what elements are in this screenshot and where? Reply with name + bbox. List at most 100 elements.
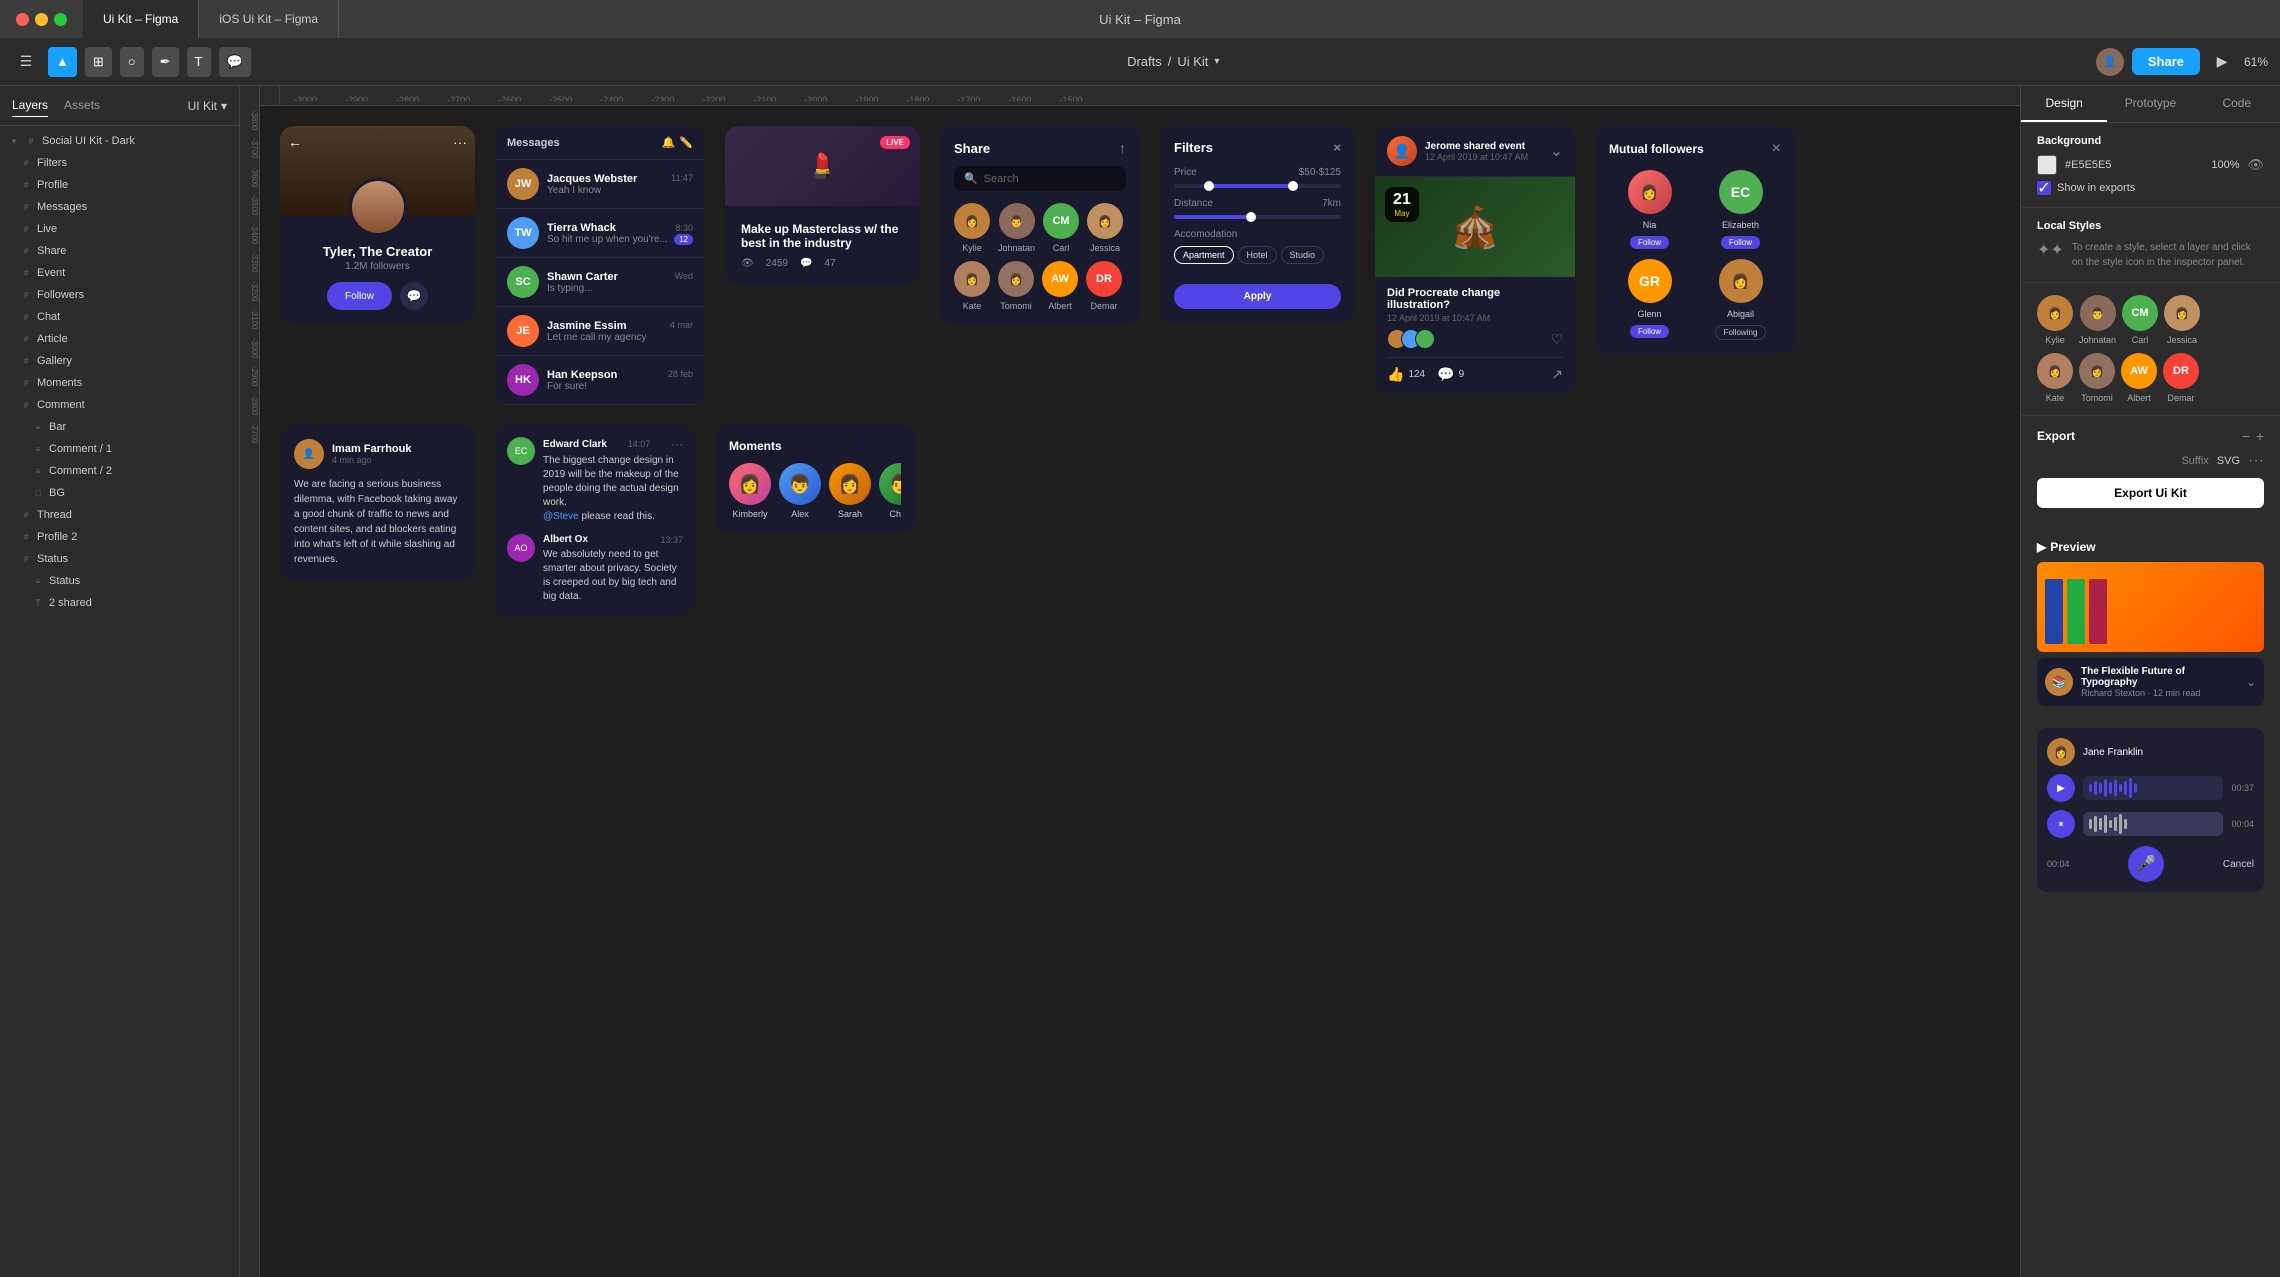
layer-item-profile[interactable]: # Profile (0, 174, 239, 196)
share-avatar-jessica[interactable]: 👩 Jessica (1087, 203, 1123, 253)
like-icon[interactable]: 👍 (1387, 366, 1404, 383)
traffic-light-green[interactable] (54, 13, 67, 26)
rs-avatar-kylie[interactable]: 👩 Kylie (2037, 295, 2073, 345)
chat-item-1[interactable]: JW Jacques Webster 11:47 Yeah I know (495, 160, 705, 209)
bg-color-swatch[interactable] (2037, 155, 2057, 175)
ui-kit-label[interactable]: UI Kit ▾ (188, 99, 227, 113)
layer-item-live[interactable]: # Live (0, 218, 239, 240)
play-button[interactable]: ▶ (2208, 48, 2236, 76)
layer-item-status[interactable]: # Status (0, 548, 239, 570)
layer-item-bg[interactable]: □ BG (0, 482, 239, 504)
tab-code[interactable]: Code (2194, 86, 2280, 122)
share-avatar-albert[interactable]: AW Albert (1042, 261, 1078, 311)
chat-item-4[interactable]: JE Jasmine Essim 4 mar Let me call my ag… (495, 307, 705, 356)
chat-item-3[interactable]: SC Shawn Carter Wed Is typing... (495, 258, 705, 307)
share-button[interactable]: Share (2132, 48, 2200, 75)
share-avatar-carl[interactable]: CM Carl (1043, 203, 1079, 253)
chip-apartment[interactable]: Apartment (1174, 246, 1234, 264)
follow-button[interactable]: Follow (327, 282, 392, 310)
layer-item-comment2[interactable]: ≡ Comment / 2 (0, 460, 239, 482)
frame-tool[interactable]: ⊞ (85, 47, 112, 77)
text-tool[interactable]: T (187, 47, 211, 77)
apply-button[interactable]: Apply (1174, 284, 1341, 309)
breadcrumb-drafts[interactable]: Drafts (1127, 54, 1162, 69)
following-button-abigail[interactable]: Following (1715, 325, 1767, 340)
cancel-button[interactable]: Cancel (2223, 859, 2254, 870)
layer-item-status-group[interactable]: ≡ Status (0, 570, 239, 592)
move-tool[interactable]: ▲ (48, 47, 77, 77)
traffic-light-yellow[interactable] (35, 13, 48, 26)
layer-item-comment[interactable]: # Comment (0, 394, 239, 416)
expand-icon[interactable]: ⌄ (1550, 141, 1563, 161)
share-icon[interactable]: ↗ (1551, 366, 1563, 383)
shape-tool[interactable]: ○ (120, 47, 144, 77)
share-avatar-demar[interactable]: DR Demar (1086, 261, 1122, 311)
eye-icon[interactable]: 👁 (2247, 157, 2264, 173)
filters-close-icon[interactable]: × (1333, 140, 1341, 155)
pen-tool[interactable]: ✒ (152, 47, 179, 77)
audio-play-button[interactable]: ▶ (2047, 774, 2075, 802)
rs-avatar-kate[interactable]: 👩 Kate (2037, 353, 2073, 403)
title-tab-2[interactable]: iOS Ui Kit – Figma (199, 0, 339, 38)
tab-prototype[interactable]: Prototype (2107, 86, 2193, 122)
chip-studio[interactable]: Studio (1281, 246, 1325, 264)
layer-item-social-ui-kit[interactable]: ▾ # Social UI Kit - Dark (0, 130, 239, 152)
layer-item-article[interactable]: # Article (0, 328, 239, 350)
chat-item-5[interactable]: HK Han Keepson 28 feb For sure! (495, 356, 705, 405)
bg-opacity[interactable]: 100% (2211, 159, 2239, 171)
menu-button[interactable]: ☰ (12, 48, 40, 76)
zoom-level[interactable]: 61% (2244, 55, 2268, 69)
title-tab-1[interactable]: Ui Kit – Figma (83, 0, 199, 38)
moment-sarah[interactable]: 👩 Sarah (829, 463, 871, 519)
layer-item-thread[interactable]: # Thread (0, 504, 239, 526)
tab-assets[interactable]: Assets (64, 94, 100, 117)
rs-avatar-albert[interactable]: AW Albert (2121, 353, 2157, 403)
layer-item-chat[interactable]: # Chat (0, 306, 239, 328)
breadcrumb-current[interactable]: Ui Kit (1177, 54, 1208, 69)
share-avatar-kylie[interactable]: 👩 Kylie (954, 203, 990, 253)
rs-avatar-johnatan[interactable]: 👨 Johnatan (2079, 295, 2116, 345)
show-exports-checkbox[interactable]: ✓ (2037, 181, 2051, 195)
rs-avatar-jessica[interactable]: 👩 Jessica (2164, 295, 2200, 345)
follow-button-nia[interactable]: Follow (1630, 236, 1669, 249)
bg-color-value[interactable]: #E5E5E5 (2065, 159, 2203, 171)
layer-item-gallery[interactable]: # Gallery (0, 350, 239, 372)
tab-layers[interactable]: Layers (12, 94, 48, 117)
layer-item-moments[interactable]: # Moments (0, 372, 239, 394)
layer-item-share[interactable]: # Share (0, 240, 239, 262)
share-avatar-johnatan[interactable]: 👨 Johnatan (998, 203, 1035, 253)
follow-button-glenn[interactable]: Follow (1630, 325, 1669, 338)
rs-avatar-tomomi[interactable]: 👩 Tomomi (2079, 353, 2115, 403)
more-dots-icon[interactable]: ··· (671, 437, 683, 451)
record-mic-button[interactable]: 🎤 (2128, 846, 2164, 882)
layer-item-filters[interactable]: # Filters (0, 152, 239, 174)
back-button[interactable]: ← (288, 134, 302, 150)
export-minus-icon[interactable]: − (2242, 428, 2250, 444)
traffic-light-red[interactable] (16, 13, 29, 26)
share-avatar-kate[interactable]: 👩 Kate (954, 261, 990, 311)
layer-item-event[interactable]: # Event (0, 262, 239, 284)
rs-avatar-demar[interactable]: DR Demar (2163, 353, 2199, 403)
moment-alex[interactable]: 👦 Alex (779, 463, 821, 519)
rs-avatar-carl[interactable]: CM Carl (2122, 295, 2158, 345)
tab-design[interactable]: Design (2021, 86, 2107, 122)
preview-expand-icon[interactable]: ⌄ (2246, 675, 2256, 689)
moment-kimberly[interactable]: 👩 Kimberly (729, 463, 771, 519)
heart-icon[interactable]: ♡ (1550, 331, 1563, 348)
comment-icon[interactable]: 💬 (1437, 366, 1454, 383)
export-plus-icon[interactable]: + (2256, 428, 2264, 444)
chip-hotel[interactable]: Hotel (1238, 246, 1277, 264)
export-button[interactable]: Export Ui Kit (2037, 478, 2264, 508)
message-button[interactable]: 💬 (400, 282, 428, 310)
layer-item-followers[interactable]: # Followers (0, 284, 239, 306)
preview-toggle[interactable]: ▶ Preview (2037, 540, 2264, 554)
layer-item-bar[interactable]: ≡ Bar (0, 416, 239, 438)
chat-item-2[interactable]: TW Tierra Whack 8:30 So hit me up when y… (495, 209, 705, 258)
comment-tool[interactable]: 💬 (219, 47, 251, 77)
more-icon[interactable]: ··· (2248, 452, 2264, 470)
audio-pause-button[interactable]: ⏸ (2047, 810, 2075, 838)
share-upload-icon[interactable]: ↑ (1119, 140, 1126, 156)
followers-close-icon[interactable]: × (1772, 140, 1781, 158)
layer-item-messages[interactable]: # Messages (0, 196, 239, 218)
layer-item-comment1[interactable]: ≡ Comment / 1 (0, 438, 239, 460)
